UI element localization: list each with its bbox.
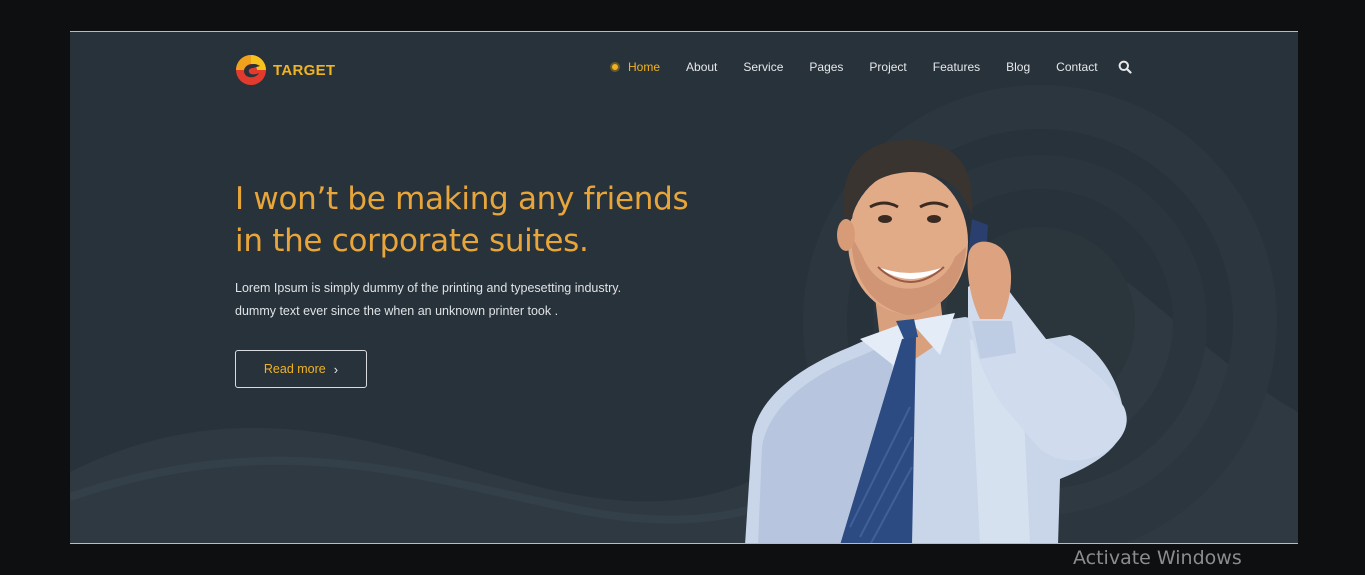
read-more-label: Read more — [263, 362, 326, 376]
nav-item-home[interactable]: Home — [610, 60, 660, 74]
hero-title-line-2: in the corporate suites. — [235, 223, 589, 259]
nav-item-blog[interactable]: Blog — [1006, 60, 1030, 74]
hero-description: Lorem Ipsum is simply dummy of the print… — [235, 277, 705, 323]
brand-logo[interactable]: TARGET — [235, 54, 335, 86]
chevron-right-icon: › — [333, 361, 339, 377]
os-activation-watermark: Activate Windows — [1073, 547, 1242, 569]
main-nav: Home About Service Pages Project Feature… — [610, 60, 1132, 74]
hero-section: TARGET Home About Service Pages Project … — [70, 31, 1298, 544]
nav-item-service[interactable]: Service — [743, 60, 783, 74]
nav-item-features[interactable]: Features — [933, 60, 980, 74]
hero-description-line-2: dummy text ever since the when an unknow… — [235, 304, 559, 318]
nav-item-contact[interactable]: Contact — [1056, 60, 1097, 74]
nav-item-project[interactable]: Project — [869, 60, 906, 74]
brand-name: TARGET — [273, 61, 336, 79]
nav-item-about[interactable]: About — [686, 60, 717, 74]
search-icon[interactable] — [1118, 60, 1132, 74]
nav-item-label: Home — [628, 60, 661, 74]
active-dot-icon — [610, 62, 620, 72]
read-more-button[interactable]: Read more › — [235, 350, 367, 388]
hero-title: I won’t be making any friends in the cor… — [235, 178, 705, 262]
hero-description-line-1: Lorem Ipsum is simply dummy of the print… — [235, 281, 622, 295]
target-logo-icon — [236, 55, 266, 85]
hero-title-line-1: I won’t be making any friends — [235, 181, 689, 217]
nav-item-pages[interactable]: Pages — [809, 60, 843, 74]
businessman-photo — [745, 139, 1127, 543]
